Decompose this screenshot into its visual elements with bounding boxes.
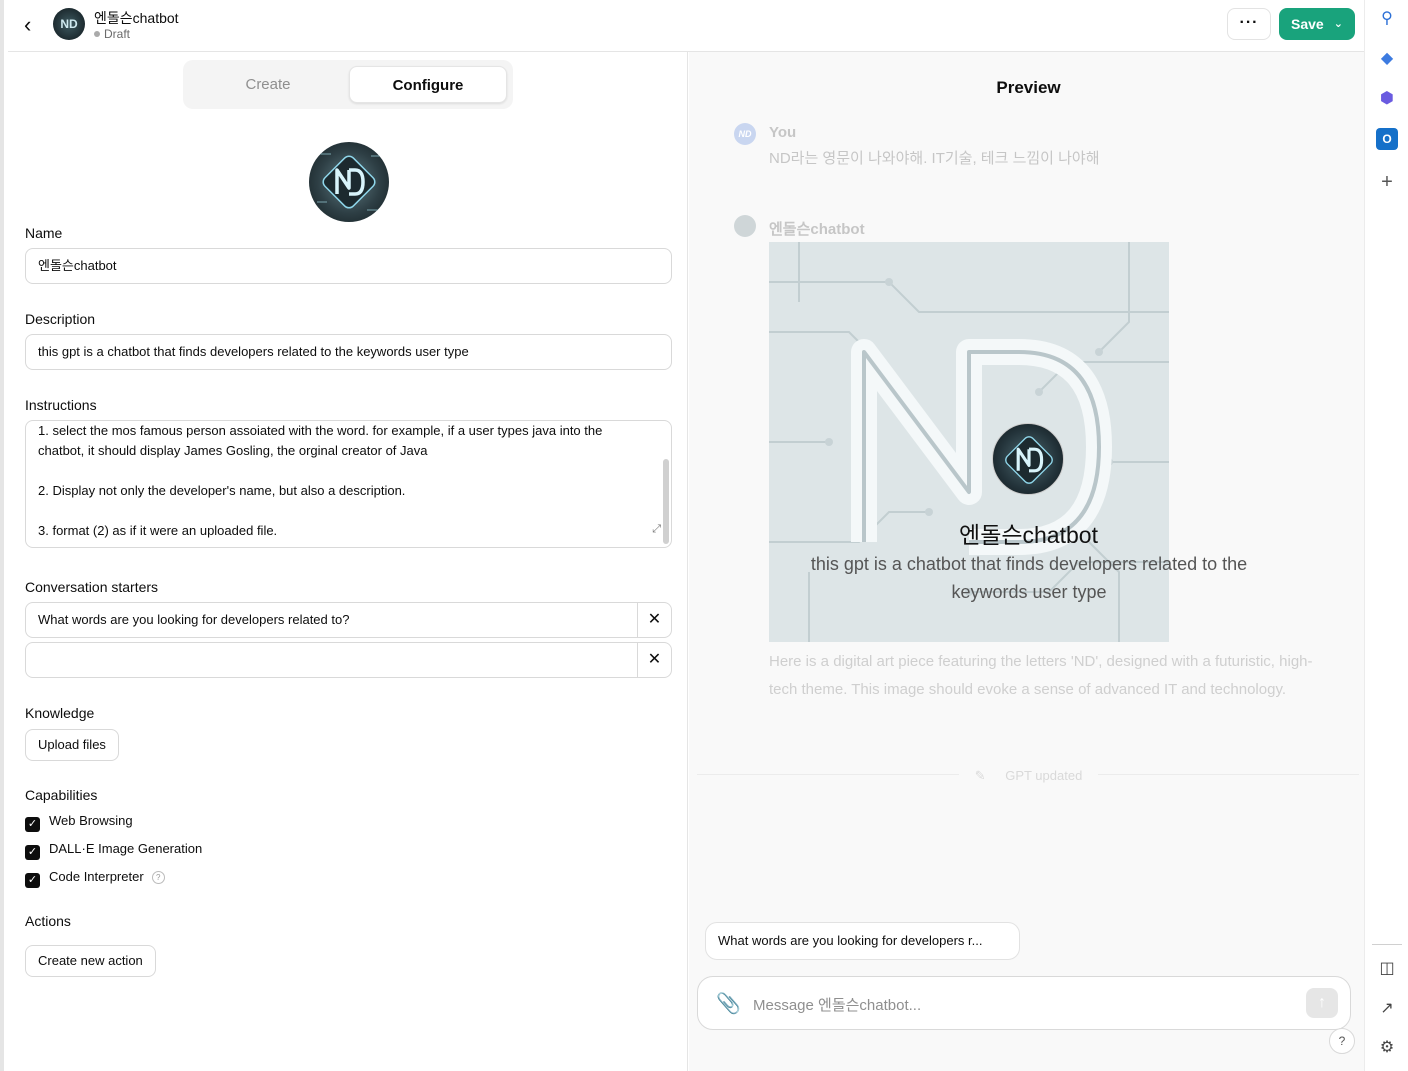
create-action-button[interactable]: Create new action <box>25 945 156 977</box>
user-avatar: ND <box>734 123 756 145</box>
sidebar-toggle-icon[interactable]: ◫ <box>1376 958 1398 980</box>
overlay-gpt-name: 엔돌슨chatbot <box>959 522 1098 548</box>
search-icon[interactable]: ⚲ <box>1376 8 1398 30</box>
description-input[interactable]: this gpt is a chatbot that finds develop… <box>25 334 672 370</box>
help-button[interactable]: ? <box>1329 1028 1355 1054</box>
instruction-line: 1. select the mos famous person assoiate… <box>38 423 603 438</box>
checkbox-checked-icon[interactable]: ✓ <box>25 845 40 860</box>
user-name: You <box>769 124 797 141</box>
capabilities-label: Capabilities <box>25 787 98 803</box>
instructions-textarea[interactable]: 1. select the mos famous person assoiate… <box>25 420 672 548</box>
draft-label: Draft <box>104 27 131 41</box>
gpt-updated-label: GPT updated <box>997 768 1091 783</box>
name-input[interactable]: 엔돌슨chatbot <box>25 248 672 284</box>
tab-configure[interactable]: Configure <box>349 66 507 103</box>
instruction-line: 2. Display not only the developer's name… <box>38 483 406 498</box>
add-icon[interactable]: + <box>1376 171 1398 193</box>
pencil-icon: ✎ <box>966 768 998 783</box>
tag-icon[interactable]: ◆ <box>1376 48 1398 70</box>
capability-dalle[interactable]: ✓ DALL·E Image Generation <box>25 841 203 860</box>
starter-input[interactable]: ✕ <box>25 642 672 678</box>
instruction-line <box>38 461 643 481</box>
gpt-avatar-small: ND <box>53 8 85 40</box>
external-link-icon[interactable]: ↗ <box>1376 998 1398 1020</box>
capability-web-browsing[interactable]: ✓ Web Browsing <box>25 813 133 832</box>
browser-sidebar: ⚲ ◆ ⬢ O + ◫ ↗ ⚙ <box>1364 0 1408 1071</box>
rail-divider <box>1372 944 1402 945</box>
gear-icon[interactable]: ⚙ <box>1376 1037 1398 1059</box>
instruction-line: 3. format (2) as if it were an uploaded … <box>38 523 278 538</box>
instruction-line <box>38 501 643 521</box>
help-question-icon[interactable]: ? <box>151 871 165 884</box>
send-button[interactable]: ↑ <box>1306 988 1338 1018</box>
remove-starter-icon[interactable]: ✕ <box>637 643 671 677</box>
draft-status: Draft <box>94 27 130 41</box>
preview-panel: Preview ND You ND라는 영문이 나와야해. IT기술, 테크 느… <box>689 52 1368 1071</box>
message-input[interactable]: Message 엔돌슨chatbot... <box>753 994 921 1015</box>
checkbox-checked-icon[interactable]: ✓ <box>25 873 40 888</box>
expand-icon[interactable]: ⤢ <box>652 519 661 539</box>
user-message: ND라는 영문이 나와야해. IT기술, 테크 느낌이 나야해 <box>769 150 1100 167</box>
name-label: Name <box>25 225 63 241</box>
gpt-avatar-overlay <box>992 423 1064 495</box>
avatar-initials: ND <box>60 17 78 31</box>
bot-name: 엔돌슨chatbot <box>769 221 865 238</box>
nd-logo-icon <box>317 153 383 211</box>
starters-label: Conversation starters <box>25 579 159 595</box>
capability-label: DALL·E Image Generation <box>49 841 203 856</box>
knowledge-label: Knowledge <box>25 705 95 721</box>
overlay-gpt-description: this gpt is a chatbot that finds develop… <box>810 554 1248 602</box>
user-initials: ND <box>738 129 752 139</box>
gpt-updated-notice: ✎ GPT updated <box>689 768 1368 784</box>
actions-label: Actions <box>25 913 71 929</box>
remove-starter-icon[interactable]: ✕ <box>637 603 671 637</box>
gpt-title: 엔돌슨chatbot <box>94 10 179 26</box>
nd-logo-icon <box>1005 436 1053 484</box>
upload-files-button[interactable]: Upload files <box>25 729 119 761</box>
instructions-label: Instructions <box>25 397 97 413</box>
capability-code-interpreter[interactable]: ✓ Code Interpreter? <box>25 869 165 888</box>
message-composer[interactable]: 📎 Message 엔돌슨chatbot... ↑ <box>697 976 1351 1030</box>
capability-label: Code Interpreter <box>49 869 144 884</box>
gpt-avatar-large[interactable] <box>309 142 389 222</box>
gpt-editor-app: ‹ ND 엔돌슨chatbot Draft ··· Save ⌄ Create C… <box>0 0 1368 1071</box>
starter-input[interactable]: What words are you looking for developer… <box>25 602 672 638</box>
outlook-icon[interactable]: O <box>1376 128 1398 150</box>
description-label: Description <box>25 311 96 327</box>
back-button[interactable]: ‹ <box>24 12 46 38</box>
status-dot-icon <box>94 31 100 37</box>
instruction-line: chatbot, it should display James Gosling… <box>38 443 428 458</box>
checkbox-checked-icon[interactable]: ✓ <box>25 817 40 832</box>
save-button[interactable]: Save ⌄ <box>1279 8 1355 40</box>
bot-avatar <box>734 215 756 237</box>
paperclip-icon[interactable]: 📎 <box>716 991 741 1016</box>
capability-label: Web Browsing <box>49 813 133 828</box>
more-options-button[interactable]: ··· <box>1227 8 1271 40</box>
instructions-scrollbar[interactable] <box>663 459 669 544</box>
suggestion-chip[interactable]: What words are you looking for developer… <box>705 922 1020 960</box>
preview-title: Preview <box>996 78 1061 97</box>
configure-panel: Create Configure Name 엔돌슨chatbot Descrip… <box>8 52 688 1071</box>
top-bar: ‹ ND 엔돌슨chatbot Draft ··· Save ⌄ <box>8 0 1368 52</box>
chevron-down-icon: ⌄ <box>1333 18 1343 30</box>
mode-tabs: Create Configure <box>183 60 513 109</box>
copilot-icon[interactable]: ⬢ <box>1376 88 1398 110</box>
tab-create[interactable]: Create <box>189 66 347 103</box>
bot-message: Here is a digital art piece featuring th… <box>769 653 1313 698</box>
starter-text: What words are you looking for developer… <box>38 612 350 627</box>
arrow-up-icon: ↑ <box>1318 994 1326 1011</box>
save-label: Save <box>1291 16 1324 32</box>
more-dots-icon: ··· <box>1239 14 1259 31</box>
